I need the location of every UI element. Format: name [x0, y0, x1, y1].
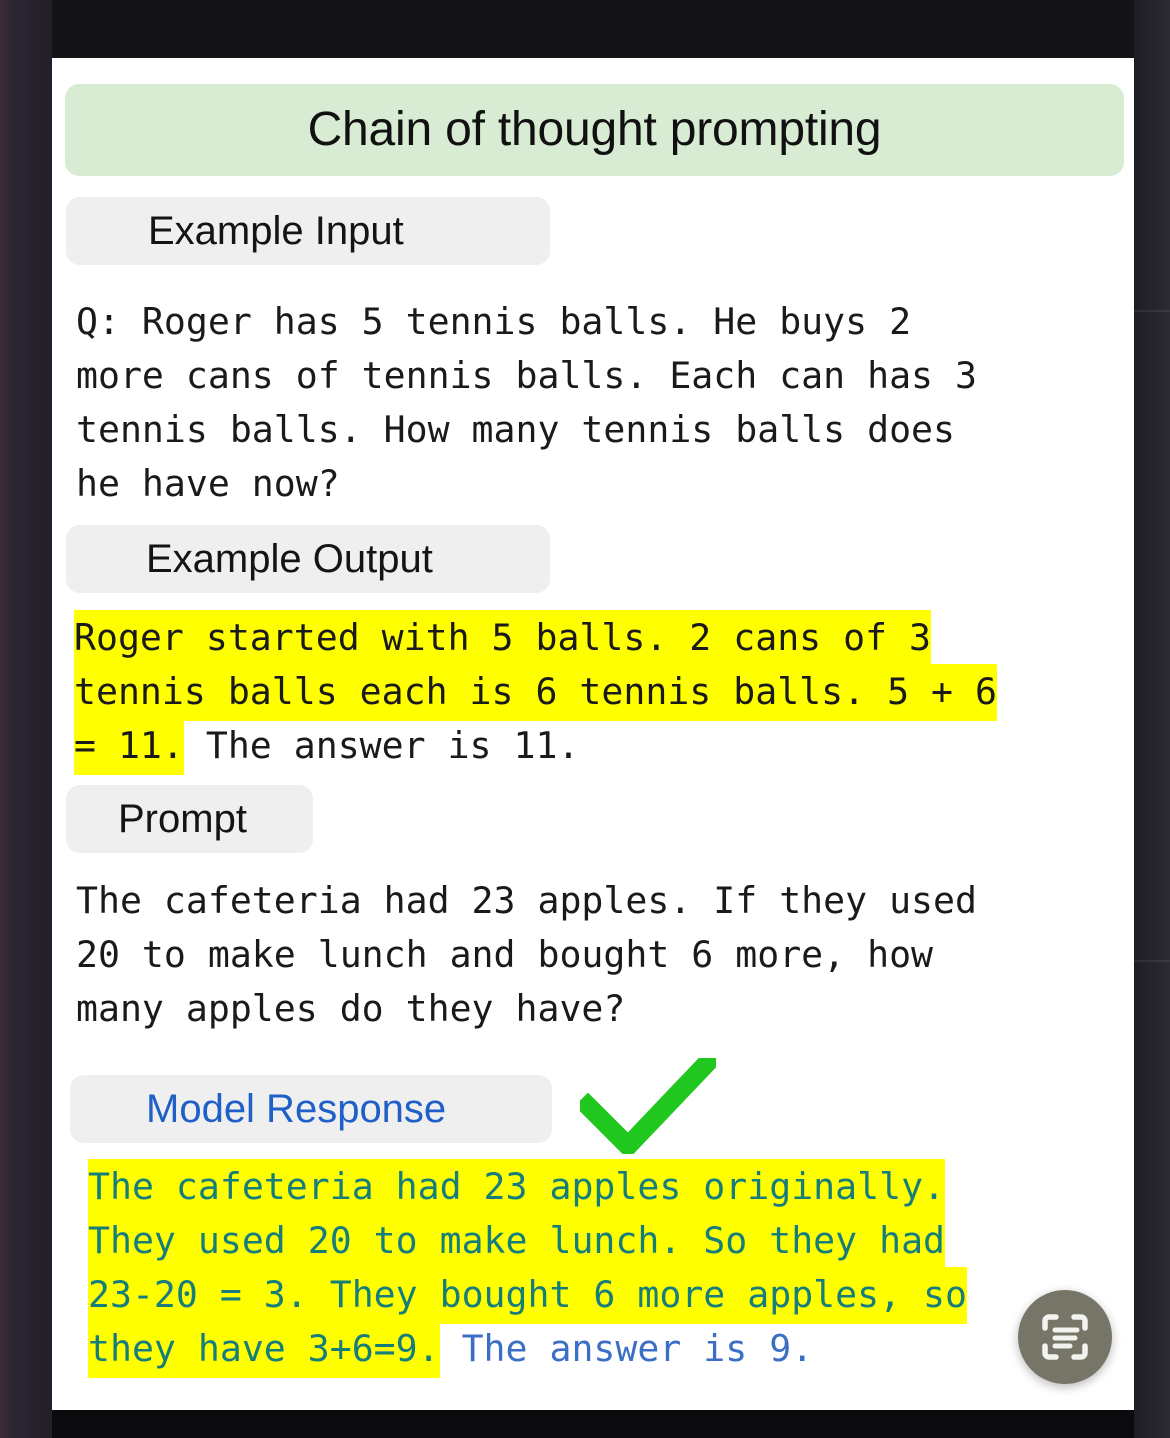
- content-card: Chain of thought prompting Example Input…: [52, 58, 1134, 1410]
- bezel-seam: [1134, 960, 1170, 962]
- plain-text: The answer is 9.: [439, 1327, 814, 1370]
- scan-text-icon: [1042, 1314, 1088, 1360]
- section-label-text: Prompt: [118, 797, 247, 841]
- section-label-example-output: Example Output: [66, 525, 550, 593]
- highlighted-text: They used 20 to make lunch. So they had: [88, 1213, 946, 1270]
- section-label-prompt: Prompt: [66, 785, 313, 853]
- status-bar: [52, 0, 1134, 58]
- check-mark-icon: [574, 1048, 722, 1160]
- highlighted-text: they have 3+6=9.: [88, 1321, 440, 1378]
- highlighted-text: 23-20 = 3. They bought 6 more apples, so: [88, 1267, 967, 1324]
- screenshot-root: Chain of thought prompting Example Input…: [0, 0, 1170, 1438]
- navigation-bar: [52, 1410, 1134, 1438]
- section-label-text: Example Output: [146, 537, 433, 581]
- highlighted-text: The cafeteria had 23 apples originally.: [88, 1159, 946, 1216]
- bezel-seam: [1134, 310, 1170, 312]
- example-output-body: Roger started with 5 balls. 2 cans of 3 …: [74, 610, 997, 775]
- highlighted-text: = 11.: [74, 718, 184, 775]
- highlighted-text: Roger started with 5 balls. 2 cans of 3: [74, 610, 932, 667]
- model-response-body: The cafeteria had 23 apples originally. …: [88, 1159, 967, 1378]
- scan-text-button[interactable]: [1018, 1290, 1112, 1384]
- section-label-text: Example Input: [148, 209, 404, 253]
- section-label-example-input: Example Input: [66, 197, 550, 265]
- section-label-text: Model Response: [146, 1087, 447, 1131]
- page-title-banner: Chain of thought prompting: [65, 84, 1124, 176]
- device-bezel-right: [1134, 0, 1170, 1438]
- page-title: Chain of thought prompting: [307, 103, 882, 156]
- highlighted-text: tennis balls each is 6 tennis balls. 5 +…: [74, 664, 997, 721]
- example-input-body: Q: Roger has 5 tennis balls. He buys 2 m…: [76, 300, 977, 505]
- section-label-model-response: Model Response: [70, 1075, 552, 1143]
- plain-text: The answer is 11.: [183, 724, 580, 767]
- device-bezel-left: [0, 0, 52, 1438]
- prompt-body: The cafeteria had 23 apples. If they use…: [76, 879, 977, 1030]
